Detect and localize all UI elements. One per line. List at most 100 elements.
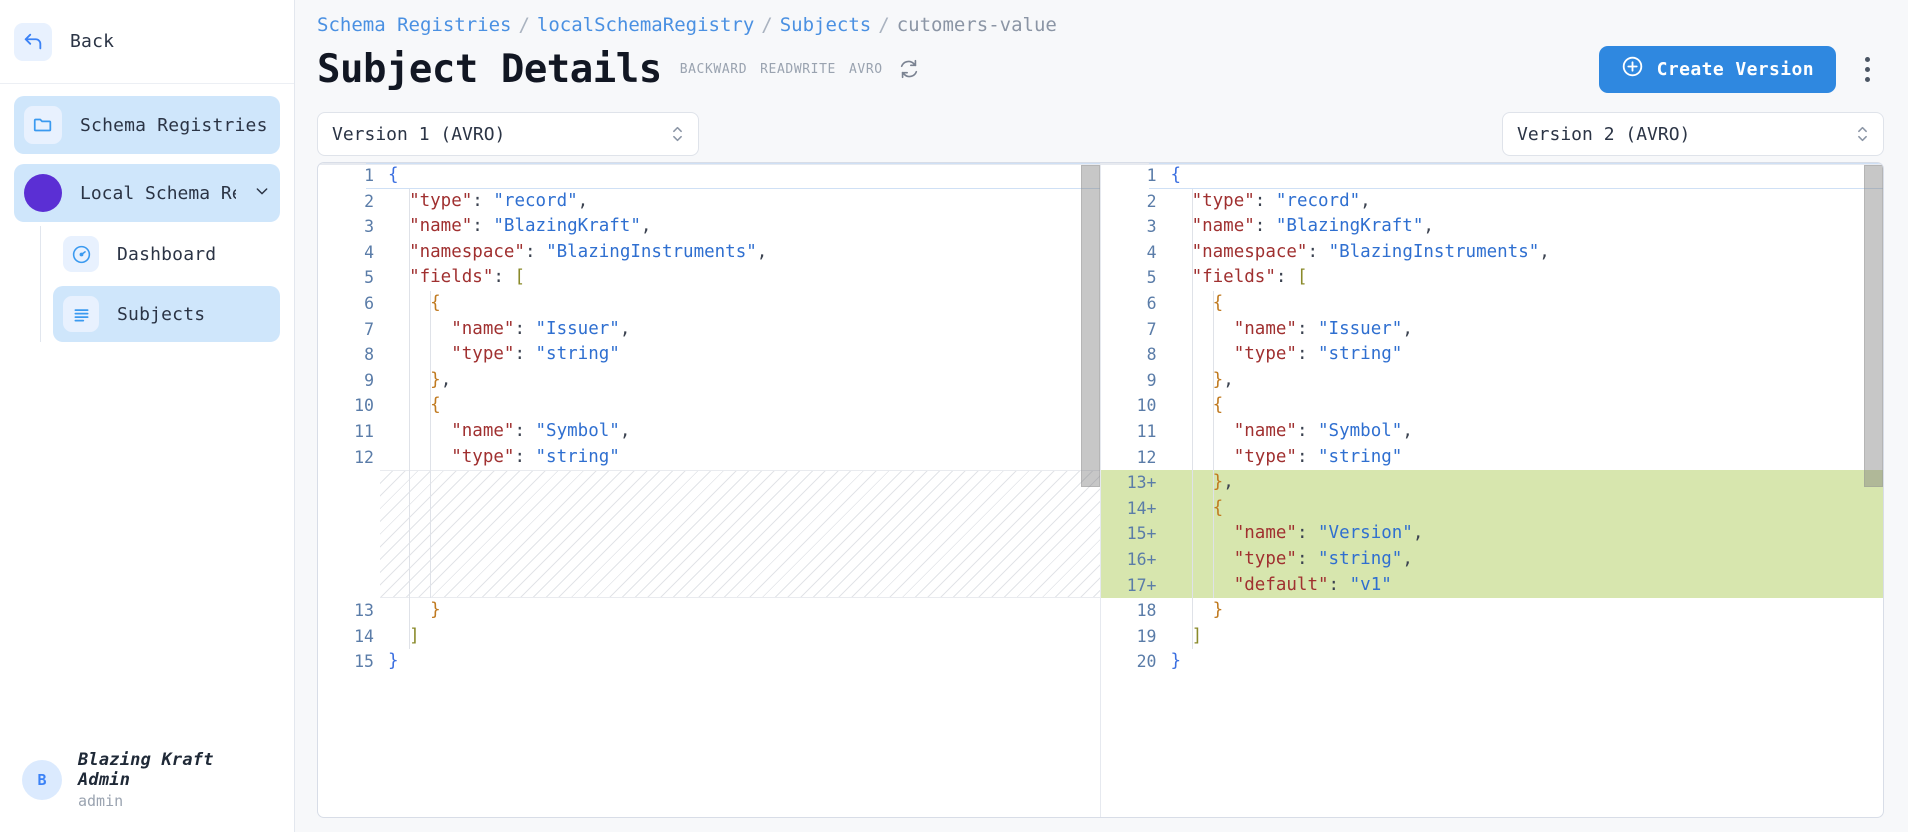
code-line: 3 "name": "BlazingKraft", (1101, 214, 1884, 240)
kebab-menu-icon[interactable] (1850, 49, 1884, 89)
line-number: 15+ (1126, 524, 1157, 544)
code-line-content: "type": "string", (1233, 548, 1413, 569)
code-line: 11 "name": "Symbol", (318, 419, 1100, 445)
page-header: Subject Details BACKWARD READWRITE AVRO … (317, 38, 1884, 100)
code-line: 18 } (1101, 598, 1884, 624)
code-line-content: "default": "v1" (1233, 574, 1392, 595)
code-line: 5 "fields": [ (1101, 265, 1884, 291)
code-line-content: { (430, 292, 441, 313)
breadcrumb-separator: / (518, 14, 530, 36)
code-line: 14 ] (318, 624, 1100, 650)
code-line: 7 "name": "Issuer", (318, 317, 1100, 343)
code-line-content: { (1212, 395, 1224, 416)
create-version-button[interactable]: Create Version (1598, 45, 1836, 93)
sidebar-item-subjects[interactable]: Subjects (53, 286, 280, 342)
code-right: 1{2 "type": "record", 3 "name": "BlazingK… (1100, 163, 1884, 675)
line-number: 17+ (1126, 575, 1157, 595)
page-title: Subject Details (317, 46, 662, 92)
refresh-icon[interactable] (898, 58, 920, 80)
back-button[interactable]: Back (0, 0, 294, 84)
line-number: 8 (1146, 345, 1157, 365)
main-content: Schema Registries / localSchemaRegistry … (295, 0, 1908, 832)
code-line: 2 "type": "record", (1101, 189, 1884, 215)
line-number: 12 (1136, 447, 1157, 467)
code-line: 15} (318, 649, 1100, 675)
code-line-content: }, (1212, 369, 1234, 390)
code-line: 19 ] (1101, 624, 1884, 650)
diff-pane-right[interactable]: 1{2 "type": "record", 3 "name": "BlazingK… (1100, 163, 1884, 817)
code-line-added: 14+ { (1100, 495, 1883, 522)
diff-editor: 1{2 "type": "record", 3 "name": "BlazingK… (317, 162, 1884, 818)
code-line: 4 "namespace": "BlazingInstruments", (318, 240, 1100, 266)
user-profile[interactable]: B Blazing Kraft Admin admin (0, 750, 294, 832)
sidebar-item-dashboard[interactable]: Dashboard (53, 226, 280, 282)
left-scrollbar[interactable] (1080, 165, 1100, 487)
plus-circle-icon (1621, 55, 1644, 83)
sidebar-item-label: Schema Registries (80, 114, 268, 136)
breadcrumb-separator: / (878, 14, 890, 36)
app-root: Back Schema Registries Local Schema Regi… (0, 0, 1908, 832)
code-line-content: "name": "Version", (1233, 523, 1424, 544)
line-number: 12 (354, 447, 374, 467)
line-number: 1 (1146, 166, 1157, 185)
code-line-content: "name": "Symbol", (1233, 420, 1413, 441)
code-line: 11 "name": "Symbol", (1101, 419, 1884, 445)
code-left: 1 {2 "type": "record", 3 "name": "BlazingK… (318, 163, 1100, 675)
line-number: 19 (1136, 626, 1157, 646)
code-line-content: "name": "BlazingKraft", (1191, 216, 1434, 237)
code-line-content: { (430, 395, 441, 416)
line-number: 10 (354, 396, 374, 416)
list-icon (63, 296, 99, 332)
breadcrumb-separator: / (761, 14, 773, 36)
line-number: 4 (364, 242, 374, 262)
breadcrumb-item-registry[interactable]: localSchemaRegistry (537, 14, 754, 36)
right-version-select[interactable]: Version 2 (AVRO) (1502, 112, 1884, 156)
code-line-content: "name": "BlazingKraft", (409, 216, 652, 237)
avatar: B (22, 760, 62, 800)
code-line: 13 } (318, 598, 1100, 624)
code-line: 3 "name": "BlazingKraft", (318, 214, 1100, 240)
code-line-content: "type": "record", (409, 190, 589, 211)
code-line-content: "name": "Issuer", (1233, 318, 1413, 339)
subject-badges: BACKWARD READWRITE AVRO (680, 62, 883, 77)
user-info: Blazing Kraft Admin admin (78, 750, 272, 810)
code-line-content: } (430, 600, 441, 621)
line-number: 14 (354, 626, 374, 646)
code-line-content: "name": "Symbol", (451, 420, 631, 441)
line-number: 9 (364, 370, 374, 390)
line-number: 6 (1146, 293, 1157, 313)
line-number: 3 (1146, 217, 1157, 237)
line-number: 10 (1136, 396, 1157, 416)
code-line-content: "type": "record", (1191, 190, 1371, 211)
line-number: 5 (1146, 268, 1157, 288)
user-role: admin (78, 792, 124, 810)
sidebar-registry-selector[interactable]: Local Schema Regi… (14, 164, 280, 222)
line-number: 2 (1146, 191, 1157, 211)
code-line-content: }, (1212, 472, 1234, 493)
line-number: 1 (364, 166, 374, 185)
left-version-select[interactable]: Version 1 (AVRO) (317, 112, 699, 156)
code-line-content: "type": "string" (1233, 344, 1403, 365)
right-scrollbar[interactable] (1864, 165, 1883, 487)
sidebar-subnav: Dashboard Subjects (40, 226, 280, 342)
line-number: 13 (354, 601, 374, 621)
sidebar-item-schema-registries[interactable]: Schema Registries (14, 96, 280, 154)
up-down-chevron-icon (671, 124, 684, 144)
code-line: 2 "type": "record", (318, 189, 1100, 215)
code-line-added: 16+ "type": "string", (1100, 546, 1883, 573)
diff-pane-left[interactable]: 1 {2 "type": "record", 3 "name": "BlazingK… (318, 163, 1101, 817)
breadcrumb-item-schema-registries[interactable]: Schema Registries (317, 14, 511, 36)
breadcrumb: Schema Registries / localSchemaRegistry … (317, 0, 1884, 38)
sidebar-nav: Schema Registries Local Schema Regi… Das… (0, 84, 294, 346)
line-number: 5 (364, 268, 374, 288)
line-number: 15 (354, 652, 374, 672)
line-number: 13+ (1126, 473, 1157, 493)
up-down-chevron-icon (1856, 124, 1869, 144)
code-line-added: 15+ "name": "Version", (1100, 521, 1883, 547)
code-line-content: { (1170, 165, 1182, 185)
code-line: 1{ (1101, 163, 1884, 189)
arrow-left-icon (14, 22, 52, 61)
breadcrumb-item-subjects[interactable]: Subjects (780, 14, 872, 36)
code-line: 7 "name": "Issuer", (1101, 317, 1884, 343)
